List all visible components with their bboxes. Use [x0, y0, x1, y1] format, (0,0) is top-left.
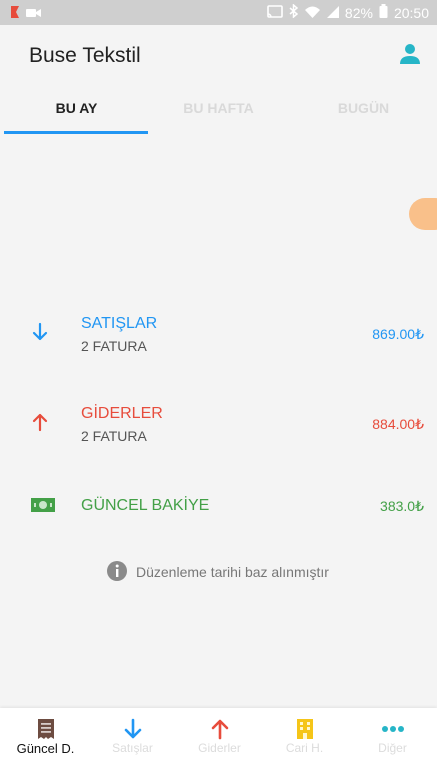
- person-icon[interactable]: [399, 42, 421, 66]
- expenses-amount: 884.00₺: [372, 416, 424, 432]
- status-bar: 82% 20:50: [0, 0, 437, 25]
- nav-sales[interactable]: Satışlar: [89, 708, 176, 768]
- arrow-up-icon: [30, 412, 50, 432]
- expenses-invoice-count: 2 FATURA: [81, 428, 147, 444]
- info-icon: [106, 560, 128, 585]
- sales-amount: 869.00₺: [372, 326, 424, 342]
- nav-label: Giderler: [198, 741, 241, 755]
- building-icon: [261, 718, 348, 740]
- note-text: Düzenleme tarihi baz alınmıştır: [136, 564, 329, 580]
- tab-this-month[interactable]: BU AY: [4, 88, 149, 132]
- nav-expenses[interactable]: Giderler: [176, 708, 263, 768]
- nav-current-accounts[interactable]: Cari H.: [261, 708, 348, 768]
- cast-icon: [267, 4, 283, 21]
- video-camera-icon: [26, 6, 42, 22]
- nav-label: Güncel D.: [16, 741, 75, 756]
- tab-indicator: [4, 131, 148, 134]
- arrow-down-icon: [89, 718, 176, 740]
- arrow-down-icon: [30, 322, 50, 342]
- receipt-icon: [2, 718, 89, 740]
- expenses-title: GİDERLER: [81, 405, 163, 422]
- balance-amount: 383.0₺: [380, 498, 424, 514]
- nav-label: Satışlar: [112, 741, 153, 755]
- app-title: Buse Tekstil: [29, 44, 141, 67]
- bluetooth-icon: [289, 3, 299, 21]
- battery-level: 82%: [344, 4, 373, 21]
- app-bar: Buse Tekstil: [0, 25, 437, 87]
- notification-app-icon: [9, 5, 21, 22]
- balance-title: GÜNCEL BAKİYE: [81, 497, 210, 514]
- period-tabs: BU AY BU HAFTA BUGÜN: [0, 88, 437, 135]
- nav-other[interactable]: Diğer: [349, 708, 436, 768]
- bottom-navigation: Güncel D. Satışlar Giderler Cari H. Diğe…: [0, 708, 437, 768]
- battery-icon: [379, 4, 388, 21]
- more-dots-icon: [349, 718, 436, 740]
- balance-summary-row[interactable]: GÜNCEL BAKİYE 383.0₺: [0, 494, 437, 554]
- clock: 20:50: [393, 4, 429, 21]
- tab-today[interactable]: BUGÜN: [291, 88, 436, 132]
- sales-title: SATIŞLAR: [81, 315, 158, 332]
- nav-current-status[interactable]: Güncel D.: [2, 708, 89, 768]
- cash-icon: [31, 497, 55, 517]
- wifi-icon: [304, 5, 321, 21]
- expenses-summary-row[interactable]: GİDERLER 2 FATURA 884.00₺: [0, 402, 437, 462]
- sales-invoice-count: 2 FATURA: [81, 338, 147, 354]
- nav-label: Cari H.: [285, 741, 324, 755]
- arrow-up-icon: [176, 718, 263, 740]
- floating-action-button[interactable]: [409, 198, 437, 230]
- nav-label: Diğer: [378, 741, 407, 755]
- tab-this-week[interactable]: BU HAFTA: [146, 88, 291, 132]
- sales-summary-row[interactable]: SATIŞLAR 2 FATURA 869.00₺: [0, 312, 437, 372]
- signal-icon: [326, 5, 339, 21]
- date-basis-note: Düzenleme tarihi baz alınmıştır: [106, 560, 329, 585]
